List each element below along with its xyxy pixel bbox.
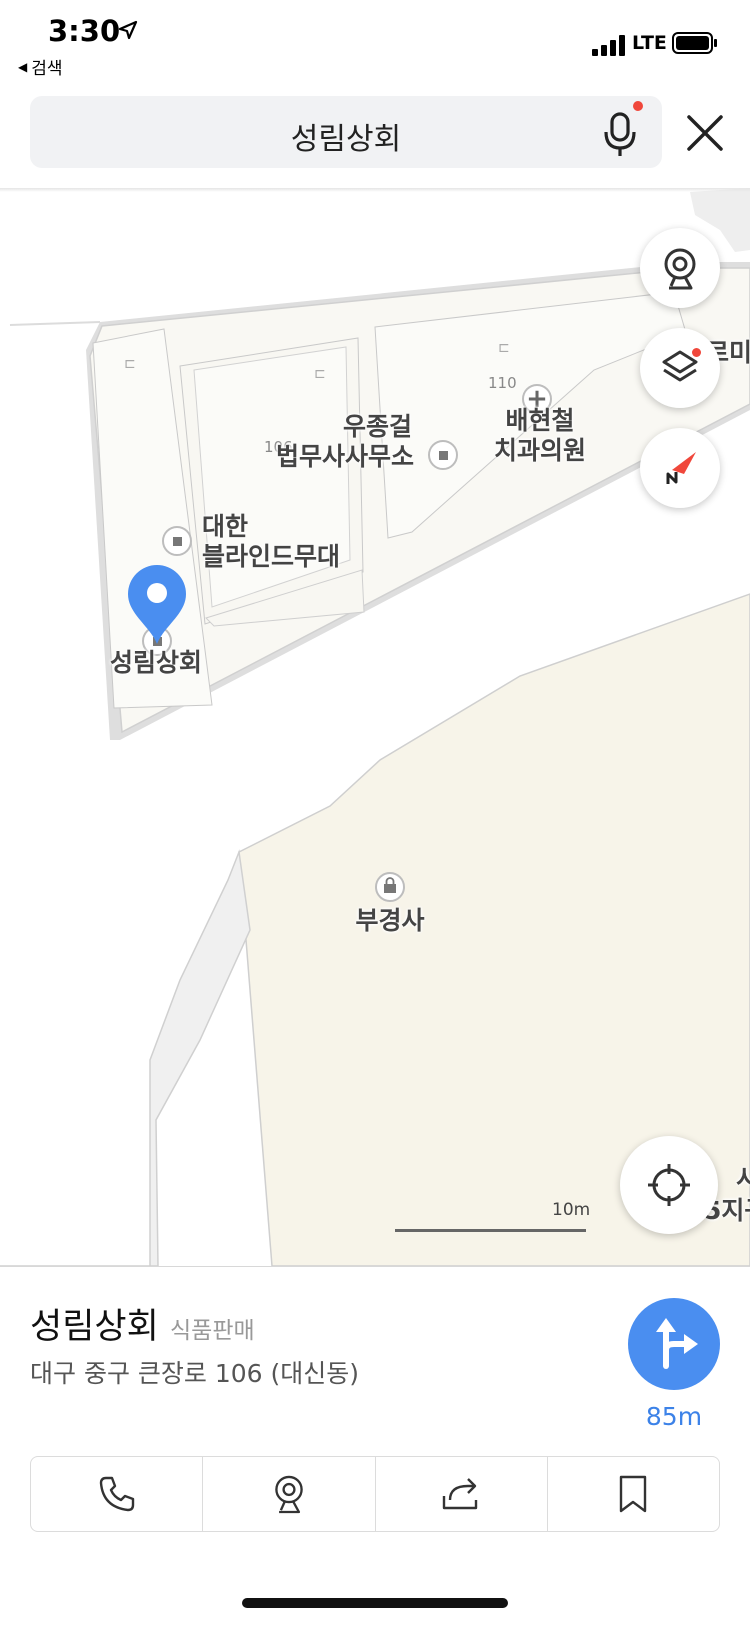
building-number: 110 bbox=[488, 374, 517, 392]
current-location-icon bbox=[648, 1164, 690, 1206]
phone-icon bbox=[99, 1476, 134, 1512]
current-location-button[interactable] bbox=[620, 1136, 718, 1234]
share-icon bbox=[442, 1478, 478, 1510]
microphone-notification-dot bbox=[633, 101, 643, 111]
poi-store-icon[interactable] bbox=[162, 526, 192, 556]
location-arrow-icon bbox=[118, 20, 138, 40]
location-pin-icon[interactable] bbox=[126, 564, 188, 646]
map-scale-bar bbox=[395, 1229, 586, 1232]
bookmark-icon bbox=[620, 1475, 647, 1513]
poi-label[interactable]: 배현철 치과의원 bbox=[480, 406, 600, 466]
entrance-icon: ⊏ bbox=[314, 366, 326, 382]
map-top-shadow bbox=[0, 188, 750, 192]
microphone-icon[interactable] bbox=[600, 110, 640, 158]
back-label: 검색 bbox=[31, 59, 63, 79]
close-icon[interactable] bbox=[684, 112, 726, 154]
layers-button[interactable] bbox=[640, 328, 720, 408]
distance-label: 85m bbox=[645, 1402, 703, 1431]
call-button[interactable] bbox=[31, 1457, 204, 1531]
place-name: 성림상회 bbox=[30, 1307, 159, 1347]
poi-label[interactable]: 우종걸 법무사사무소 bbox=[270, 412, 420, 472]
poi-office-icon[interactable] bbox=[428, 440, 458, 470]
battery-icon bbox=[672, 32, 717, 54]
bookmark-button[interactable] bbox=[548, 1457, 719, 1531]
place-category: 식품판매 bbox=[170, 1318, 255, 1344]
back-to-search-link[interactable]: ◀ 검색 bbox=[18, 54, 63, 79]
entrance-icon: ⊏ bbox=[124, 356, 136, 372]
entrance-icon: ⊏ bbox=[498, 340, 510, 356]
compass-icon bbox=[666, 452, 696, 484]
network-type: LTE bbox=[632, 32, 667, 54]
place-address: 대구 중구 큰장로 106 (대신동) bbox=[30, 1359, 360, 1388]
street-view-button[interactable] bbox=[640, 228, 720, 308]
map-background bbox=[0, 188, 750, 1266]
street-view-icon bbox=[664, 248, 696, 290]
map-scale-label: 10m bbox=[552, 1200, 591, 1220]
compass-button[interactable] bbox=[640, 428, 720, 508]
signal-icon bbox=[592, 35, 625, 56]
search-query[interactable]: 성림상회 bbox=[30, 114, 662, 158]
map-view[interactable]: ⊏ ⊏ ⊏ 110 106 + 배현철 치과의원 우종걸 법무사사무소 대한 블… bbox=[0, 188, 750, 1266]
back-triangle-icon: ◀ bbox=[18, 59, 28, 74]
status-time: 3:30 bbox=[48, 14, 121, 48]
turn-right-arrow-icon bbox=[656, 1318, 698, 1369]
poi-shopping-bag-icon[interactable] bbox=[375, 872, 405, 902]
search-bar[interactable]: 성림상회 bbox=[30, 96, 662, 168]
place-action-bar bbox=[30, 1456, 720, 1532]
layers-notification-dot bbox=[692, 348, 701, 357]
poi-label[interactable]: 부경사 bbox=[350, 906, 430, 936]
selected-place-label[interactable]: 성림상회 bbox=[104, 648, 208, 678]
poi-label[interactable]: 대한 블라인드무대 bbox=[202, 512, 340, 572]
street-view-icon bbox=[275, 1475, 303, 1514]
street-view-action-button[interactable] bbox=[203, 1457, 376, 1531]
poi-label-edge: 시 bbox=[736, 1164, 750, 1193]
directions-button[interactable] bbox=[628, 1298, 720, 1390]
home-indicator[interactable] bbox=[242, 1598, 508, 1608]
share-button[interactable] bbox=[376, 1457, 548, 1531]
